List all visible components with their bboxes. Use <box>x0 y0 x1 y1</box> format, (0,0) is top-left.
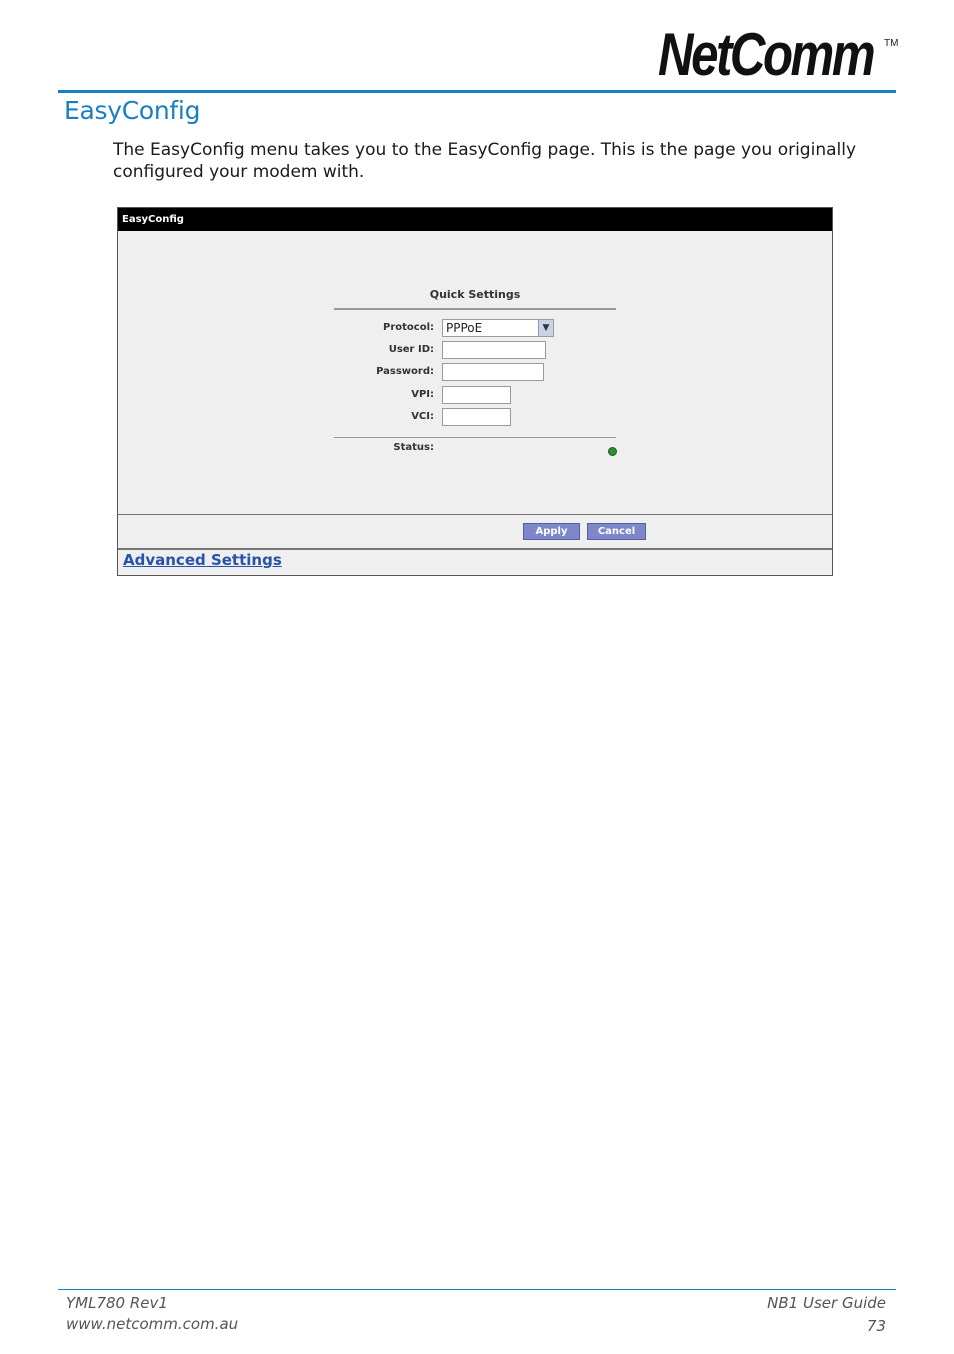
password-label: Password: <box>376 366 434 377</box>
status-label: Status: <box>393 442 434 453</box>
chevron-down-icon[interactable]: ▼ <box>538 320 553 336</box>
cancel-button[interactable]: Cancel <box>587 523 646 540</box>
password-input[interactable] <box>442 363 544 381</box>
vpi-input[interactable] <box>442 386 511 404</box>
vci-input[interactable] <box>442 408 511 426</box>
quick-settings-divider <box>334 308 616 310</box>
intro-paragraph: The EasyConfig menu takes you to the Eas… <box>113 140 857 182</box>
protocol-select[interactable]: PPPoE ▼ <box>442 319 554 337</box>
vci-label: VCI: <box>411 411 434 422</box>
status-indicator-icon <box>608 447 617 456</box>
netcomm-logo: NetComm <box>658 21 876 88</box>
footer-rule <box>58 1289 896 1290</box>
protocol-label: Protocol: <box>382 322 434 333</box>
panel-header: EasyConfig <box>118 208 832 231</box>
vpi-label: VPI: <box>411 389 434 400</box>
protocol-value: PPPoE <box>446 321 483 335</box>
user-id-input[interactable] <box>442 341 546 359</box>
page-number: 73 <box>866 1317 886 1335</box>
doc-code: YML780 Rev1 <box>66 1294 168 1312</box>
guide-title: NB1 User Guide <box>767 1294 886 1312</box>
advanced-settings-link[interactable]: Advanced Settings <box>123 551 282 569</box>
quick-settings-title: Quick Settings <box>429 288 521 301</box>
trademark-mark: TM <box>884 38 899 49</box>
section-title: EasyConfig <box>64 96 201 125</box>
status-divider <box>334 437 616 438</box>
header-rule <box>58 90 896 93</box>
user-id-label: User ID: <box>388 344 434 355</box>
easyconfig-screenshot: EasyConfig Quick Settings Protocol: PPPo… <box>117 207 833 576</box>
button-bar: Apply Cancel <box>118 514 832 550</box>
apply-button[interactable]: Apply <box>523 523 580 540</box>
website-text: www.netcomm.com.au <box>66 1315 239 1333</box>
